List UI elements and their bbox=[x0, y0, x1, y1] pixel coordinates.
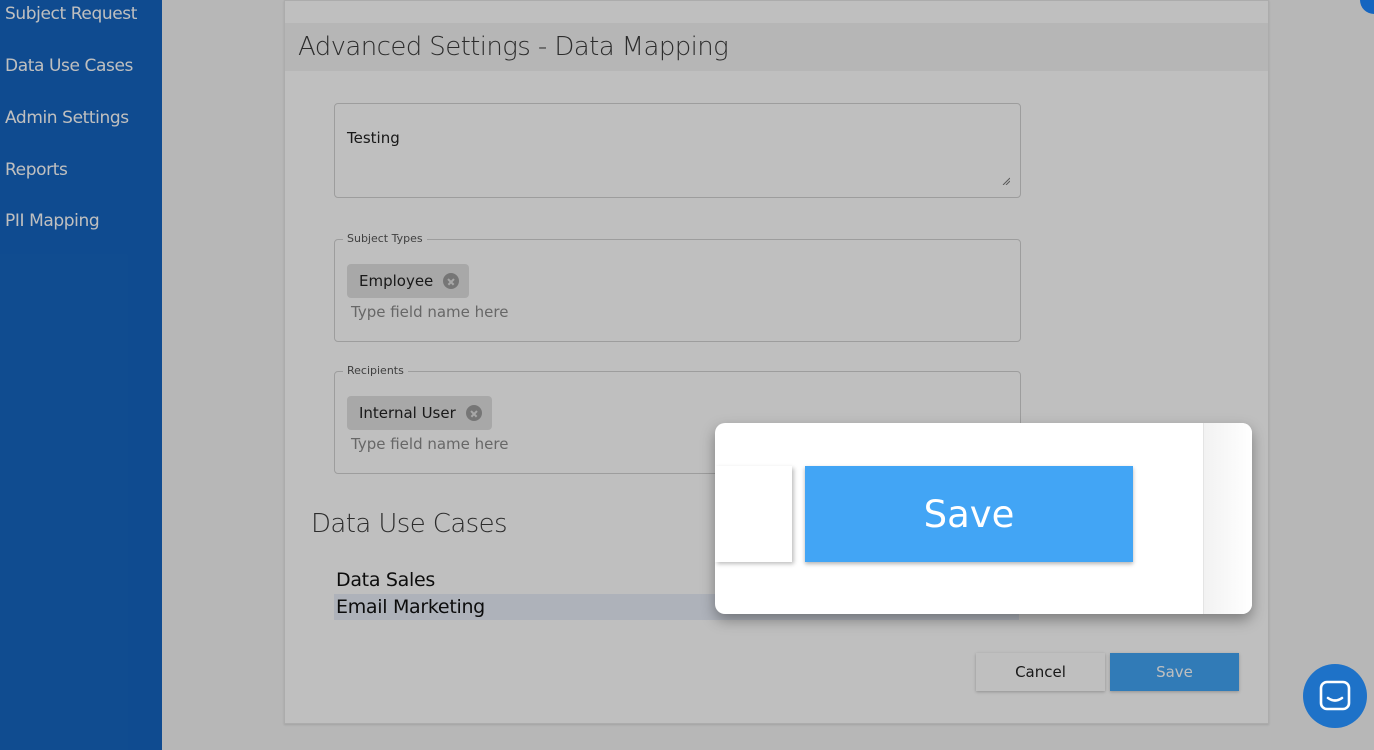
dim-overlay bbox=[0, 0, 1374, 750]
zoom-card-edge bbox=[1203, 423, 1252, 614]
zoom-cancel-edge bbox=[715, 466, 792, 562]
chat-launcher-button[interactable] bbox=[1303, 664, 1367, 728]
zoom-save-button[interactable]: Save bbox=[805, 466, 1133, 562]
zoom-callout: Save bbox=[715, 423, 1252, 614]
chat-icon bbox=[1319, 680, 1351, 711]
